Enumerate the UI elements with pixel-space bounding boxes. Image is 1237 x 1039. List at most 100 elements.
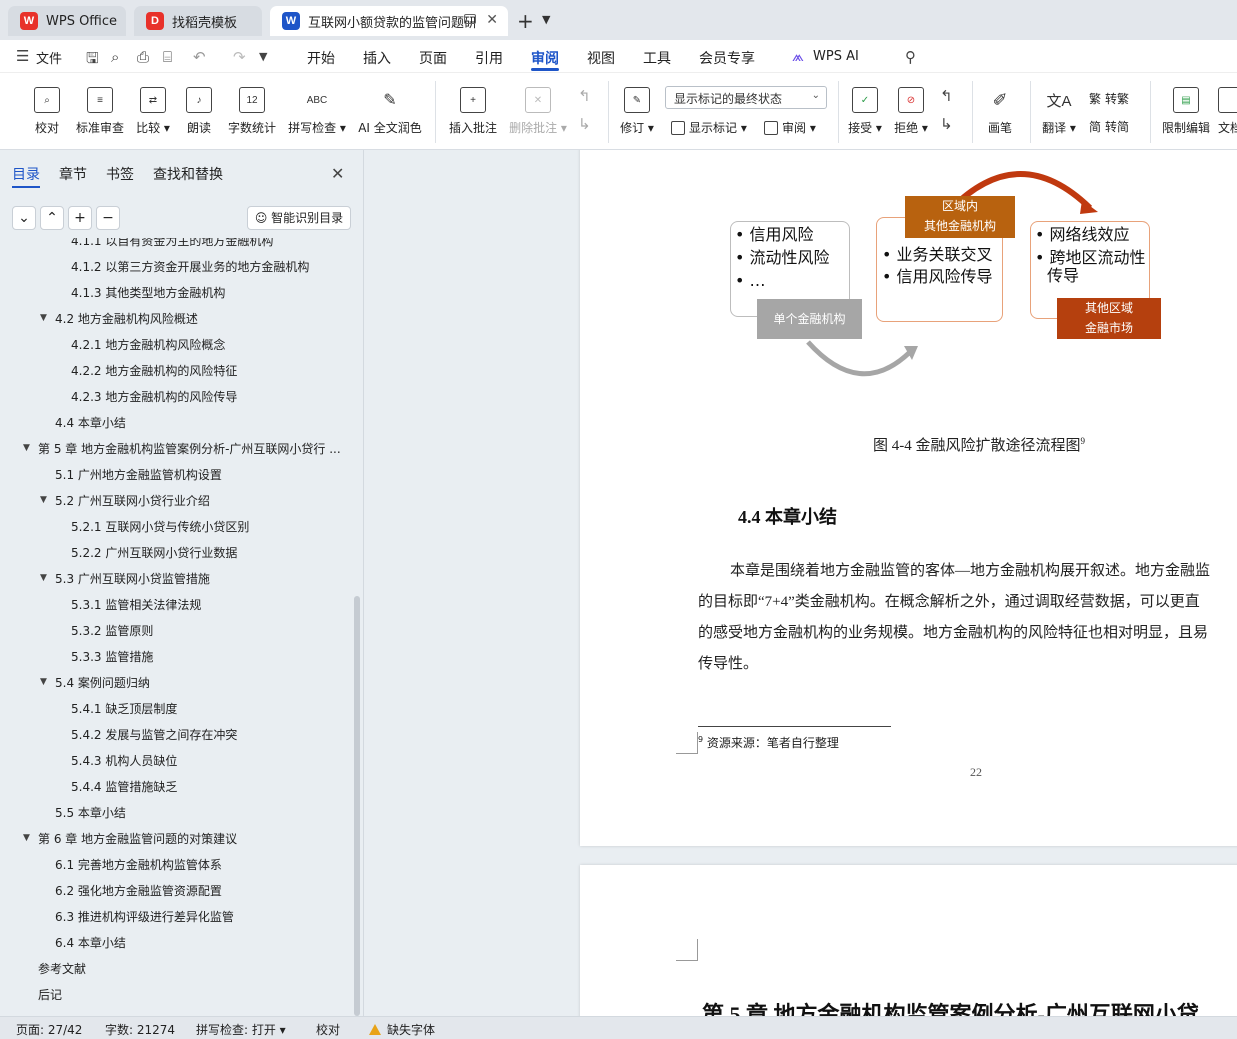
accept-button[interactable]: ✓ 接受 ▾ xyxy=(847,87,883,136)
toc-item[interactable]: 第 5 章 地方金融机构监管案例分析-广州互联网小贷行 ... xyxy=(38,440,341,457)
menu-tools[interactable]: 工具 xyxy=(643,48,671,68)
toc-item[interactable]: 5.4.3 机构人员缺位 xyxy=(71,752,177,769)
reject-button[interactable]: ⊘ 拒绝 ▾ xyxy=(893,87,929,136)
missing-font-status[interactable]: 缺失字体 xyxy=(369,1021,435,1038)
search-icon[interactable]: ⚲ xyxy=(905,48,916,66)
toc-item[interactable]: 6.4 本章小结 xyxy=(55,934,126,951)
toc-item[interactable]: 5.3.1 监管相关法律法规 xyxy=(71,596,201,613)
toc-expand-chevron-icon[interactable]: ▼ xyxy=(23,833,30,843)
menu-view[interactable]: 视图 xyxy=(587,48,615,68)
pen-button[interactable]: ✐ 画笔 xyxy=(985,87,1015,136)
toc-item[interactable]: 4.1.1 以自有资金为主的地方金融机构 xyxy=(71,238,273,249)
markup-display-select[interactable]: 显示标记的最终状态 ⌄ xyxy=(665,86,827,109)
toc-item[interactable]: 5.5 本章小结 xyxy=(55,804,126,821)
menu-wps-ai[interactable]: WPS AI xyxy=(813,49,859,64)
toc-item[interactable]: 5.2 广州互联网小贷行业介绍 xyxy=(55,492,210,509)
menu-home[interactable]: 开始 xyxy=(307,48,335,68)
save-icon[interactable]: 🖫 xyxy=(86,48,99,73)
collapse-down-button[interactable]: ⌄ xyxy=(12,206,36,230)
close-tab-icon[interactable]: ✕ xyxy=(486,12,498,28)
tab-bookmarks[interactable]: 书签 xyxy=(106,164,134,184)
word-count[interactable]: 字数: 21274 xyxy=(105,1021,175,1038)
previous-change-icon[interactable]: ↰ xyxy=(940,87,953,105)
menu-insert[interactable]: 插入 xyxy=(363,48,391,68)
tab-toc[interactable]: 目录 xyxy=(12,164,40,184)
new-tab-button[interactable]: + xyxy=(517,9,534,33)
translate-button[interactable]: 文A 翻译 ▾ xyxy=(1040,87,1078,136)
toc-expand-chevron-icon[interactable]: ▼ xyxy=(40,495,47,505)
toc-item[interactable]: 6.1 完善地方金融机构监管体系 xyxy=(55,856,222,873)
toc-item[interactable]: 4.1.2 以第三方资金开展业务的地方金融机构 xyxy=(71,258,309,275)
toc-item[interactable]: 4.2.2 地方金融机构的风险特征 xyxy=(71,362,237,379)
collapse-up-button[interactable]: ⌃ xyxy=(40,206,64,230)
document-button[interactable]: 文档 xyxy=(1218,87,1237,136)
toc-item[interactable]: 4.2.1 地方金融机构风险概念 xyxy=(71,336,225,353)
remove-heading-button[interactable]: − xyxy=(96,206,120,230)
menu-review[interactable]: 审阅 xyxy=(531,48,559,68)
toc-expand-chevron-icon[interactable]: ▼ xyxy=(23,443,30,453)
review-pane-button[interactable]: 审阅 ▾ xyxy=(764,119,816,136)
print-preview-icon[interactable]: ⌸ xyxy=(163,48,172,66)
proof-status[interactable]: 校对 xyxy=(316,1021,340,1038)
toc-expand-chevron-icon[interactable]: ▼ xyxy=(40,573,47,583)
show-markup-button[interactable]: 显示标记 ▾ xyxy=(671,119,747,136)
toc-item[interactable]: 6.2 强化地方金融监管资源配置 xyxy=(55,882,222,899)
add-heading-button[interactable]: + xyxy=(68,206,92,230)
compare-button[interactable]: ⇄ 比较 ▾ xyxy=(134,87,172,136)
tab-chapters[interactable]: 章节 xyxy=(59,164,87,184)
menu-page[interactable]: 页面 xyxy=(419,48,447,68)
share-icon[interactable]: ⌕ xyxy=(111,48,119,66)
toc-item[interactable]: 5.4 案例问题归纳 xyxy=(55,674,150,691)
tab-wps-office[interactable]: W WPS Office xyxy=(8,6,126,36)
menu-file[interactable]: 文件 xyxy=(36,48,62,67)
toc-item[interactable]: 5.1 广州地方金融监管机构设置 xyxy=(55,466,222,483)
tab-list-chevron-icon[interactable]: ▼ xyxy=(542,13,550,26)
menu-references[interactable]: 引用 xyxy=(475,48,503,68)
redo-icon[interactable]: ↷ xyxy=(233,48,246,66)
toc-expand-chevron-icon[interactable]: ▼ xyxy=(40,313,47,323)
toc-item[interactable]: 5.3 广州互联网小贷监管措施 xyxy=(55,570,210,587)
toc-item[interactable]: 5.3.3 监管措施 xyxy=(71,648,153,665)
toc-item[interactable]: 5.2.2 广州互联网小贷行业数据 xyxy=(71,544,237,561)
toc-item[interactable]: 第 6 章 地方金融监管问题的对策建议 xyxy=(38,830,237,847)
toc-item[interactable]: 4.1.3 其他类型地方金融机构 xyxy=(71,284,225,301)
toc-expand-chevron-icon[interactable]: ▼ xyxy=(40,677,47,687)
toc-item[interactable]: 参考文献 xyxy=(38,960,86,977)
next-comment-icon[interactable]: ↳ xyxy=(578,115,591,133)
standard-review-button[interactable]: ≡ 标准审查 xyxy=(74,87,126,136)
toc-item[interactable]: 5.4.2 发展与监管之间存在冲突 xyxy=(71,726,237,743)
previous-comment-icon[interactable]: ↰ xyxy=(578,87,591,105)
delete-comment-button[interactable]: ✕ 删除批注 ▾ xyxy=(508,87,568,136)
print-icon[interactable]: ⎙ xyxy=(137,48,149,66)
restrict-edit-button[interactable]: ▤ 限制编辑 xyxy=(1160,87,1212,136)
read-aloud-button[interactable]: ♪ 朗读 xyxy=(184,87,214,136)
insert-comment-button[interactable]: + 插入批注 xyxy=(448,87,498,136)
toc-item[interactable]: 6.3 推进机构评级进行差异化监管 xyxy=(55,908,234,925)
close-pane-icon[interactable]: ✕ xyxy=(331,164,344,183)
to-simplified-button[interactable]: 简转简 xyxy=(1089,118,1129,135)
tab-document[interactable]: W 互联网小额贷款的监管问题研 ✕ xyxy=(270,6,508,36)
toc-item[interactable]: 5.2.1 互联网小贷与传统小贷区别 xyxy=(71,518,249,535)
tab-docer-template[interactable]: D 找稻壳模板 xyxy=(134,6,262,36)
hamburger-icon[interactable]: ☰ xyxy=(16,47,29,65)
quick-access-chevron-icon[interactable]: ▼ xyxy=(259,50,267,63)
spell-check-status[interactable]: 拼写检查: 打开 ▾ xyxy=(196,1021,286,1038)
toc-item[interactable]: 5.4.4 监管措施缺乏 xyxy=(71,778,177,795)
word-count-button[interactable]: 12 字数统计 xyxy=(226,87,278,136)
menu-member[interactable]: 会员专享 xyxy=(699,48,755,68)
toc-item[interactable]: 4.2 地方金融机构风险概述 xyxy=(55,310,198,327)
next-change-icon[interactable]: ↳ xyxy=(940,115,953,133)
toc-item[interactable]: 4.2.3 地方金融机构的风险传导 xyxy=(71,388,237,405)
ai-polish-button[interactable]: ✎ AI 全文润色 xyxy=(357,87,423,136)
spell-check-button[interactable]: ABC 拼写检查 ▾ xyxy=(287,87,347,136)
tab-find-replace[interactable]: 查找和替换 xyxy=(153,164,223,184)
toc-item[interactable]: 后记 xyxy=(38,986,62,1003)
undo-icon[interactable]: ↶ xyxy=(193,48,206,66)
window-mode-icon[interactable] xyxy=(464,14,476,24)
toc-item[interactable]: 5.3.2 监管原则 xyxy=(71,622,153,639)
toc-item[interactable]: 4.4 本章小结 xyxy=(55,414,126,431)
toc-scrollbar[interactable] xyxy=(354,596,360,1016)
smart-toc-button[interactable]: ☺ 智能识别目录 xyxy=(247,206,351,230)
revise-button[interactable]: ✎ 修订 ▾ xyxy=(618,87,656,136)
proofread-button[interactable]: ⌕ 校对 xyxy=(30,87,64,136)
